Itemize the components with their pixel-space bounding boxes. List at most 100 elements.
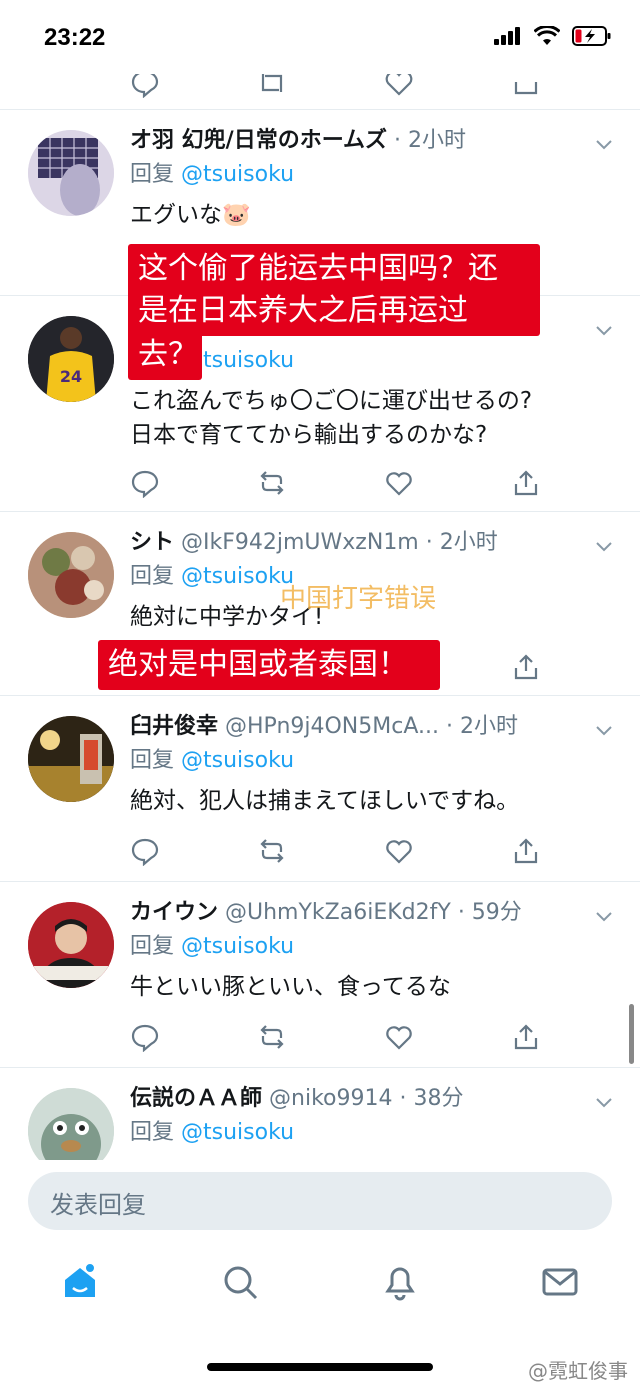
status-icons <box>494 26 612 46</box>
reply-tweet[interactable]: 臼井俊幸 @HPn9j4ON5McA... · 2小时 回复 @tsuisoku… <box>0 696 640 882</box>
avatar[interactable] <box>28 532 114 618</box>
like-icon[interactable] <box>384 836 414 866</box>
tweet-actions <box>0 468 640 498</box>
display-name[interactable]: シト <box>130 530 174 555</box>
weibo-watermark: @霓虹俊事 <box>528 1359 628 1383</box>
avatar[interactable]: 24 <box>28 316 114 402</box>
display-name[interactable]: 伝説のＡＡ師 <box>130 1086 262 1111</box>
battery-charging-icon <box>572 26 611 46</box>
tweet-header: 臼井俊幸 @HPn9j4ON5McA... · 2小时 <box>130 712 580 742</box>
replying-to: 回复 @tsuisoku <box>130 932 294 962</box>
reply-icon[interactable] <box>130 74 160 98</box>
like-icon[interactable] <box>384 74 414 98</box>
share-icon[interactable] <box>511 1022 541 1052</box>
home-indicator[interactable] <box>207 1363 433 1371</box>
avatar-image <box>28 716 114 802</box>
user-handle: @niko9914 <box>269 1086 393 1111</box>
reply-icon[interactable] <box>130 836 160 866</box>
retweet-icon[interactable] <box>257 1022 287 1052</box>
avatar[interactable] <box>28 130 114 216</box>
retweet-icon[interactable] <box>257 74 287 98</box>
user-handle: @IkF942jmUWxzN1m <box>181 530 419 555</box>
reply-prefix: 回复 <box>130 934 175 959</box>
scrollbar[interactable] <box>629 1004 634 1064</box>
translator-note: 中国打字错误 <box>280 584 437 614</box>
home-icon[interactable] <box>60 1262 100 1302</box>
reply-handle-link[interactable]: @tsuisoku <box>181 934 294 959</box>
user-handle: @HPn9j4ON5McA... <box>225 714 439 739</box>
like-icon[interactable] <box>384 1022 414 1052</box>
timestamp: · 2小时 <box>394 128 467 153</box>
replying-to: 回复 @tsuisoku <box>130 160 294 190</box>
share-icon[interactable] <box>511 468 541 498</box>
reply-prefix: 回复 <box>130 1120 175 1145</box>
tweet-actions <box>0 836 640 866</box>
avatar[interactable] <box>28 1088 114 1160</box>
timestamp: · 59分 <box>457 900 522 925</box>
tweet-actions <box>0 1022 640 1052</box>
display-name[interactable]: 臼井俊幸 <box>130 714 218 739</box>
reply-feed[interactable]: オ羽 幻兜/日常のホームズ · 2小时 回复 @tsuisoku エグいな🐷 2… <box>0 74 640 1160</box>
overlay-line: 是在日本养大之后再运过 <box>138 293 468 328</box>
retweet-icon[interactable] <box>257 836 287 866</box>
retweet-icon[interactable] <box>257 468 287 498</box>
chevron-down-icon[interactable] <box>594 320 614 340</box>
tweet-text-line: 日本で育ててから輸出するのかな? <box>130 422 488 448</box>
messages-envelope-icon[interactable] <box>540 1262 580 1302</box>
overlay-line: 这个偷了能运去中国吗？还 <box>138 251 498 286</box>
avatar-image <box>28 532 114 618</box>
avatar-image <box>28 902 114 988</box>
tweet-header: 伝説のＡＡ師 @niko9914 · 38分 <box>130 1084 580 1114</box>
chevron-down-icon[interactable] <box>594 1092 614 1112</box>
search-icon[interactable] <box>220 1262 260 1302</box>
user-handle: @UhmYkZa6iEKd2fY <box>225 900 451 925</box>
avatar[interactable] <box>28 902 114 988</box>
avatar[interactable] <box>28 716 114 802</box>
timestamp: · 2小时 <box>425 530 498 555</box>
svg-text:24: 24 <box>60 367 82 386</box>
like-icon[interactable] <box>384 468 414 498</box>
replying-to: 回复 @tsuisoku <box>130 562 294 592</box>
chevron-down-icon[interactable] <box>594 536 614 556</box>
reply-icon[interactable] <box>130 468 160 498</box>
tweet-text: これ盗んでちゅ〇ご〇に運び出せるの? 日本で育ててから輸出するのかな? <box>130 384 610 452</box>
reply-composer[interactable]: 发表回复 <box>28 1172 612 1230</box>
display-name[interactable]: オ羽 幻兜/日常のホームズ <box>130 128 387 153</box>
notifications-bell-icon[interactable] <box>380 1262 420 1302</box>
chevron-down-icon[interactable] <box>594 720 614 740</box>
share-icon[interactable] <box>511 74 541 98</box>
reply-handle-link[interactable]: @tsuisoku <box>181 162 294 187</box>
reply-placeholder: 发表回复 <box>50 1191 146 1219</box>
tweet-text: 牛といい豚といい、食ってるな <box>130 974 451 1000</box>
reply-handle-link[interactable]: @tsuisoku <box>181 1120 294 1145</box>
tweet-text-line: これ盗んでちゅ〇ご〇に運び出せるの? <box>130 388 533 414</box>
chevron-down-icon[interactable] <box>594 906 614 926</box>
status-bar: 23:22 <box>0 0 640 74</box>
avatar-image <box>28 1088 114 1160</box>
share-icon[interactable] <box>511 836 541 866</box>
translation-overlay: 绝对是中国或者泰国！ <box>98 640 440 690</box>
avatar-image <box>28 130 114 216</box>
reply-prefix: 回复 <box>130 564 175 589</box>
replying-to: 回复 @tsuisoku <box>130 1118 294 1148</box>
reply-handle-link[interactable]: @tsuisoku <box>181 564 294 589</box>
cellular-signal-icon <box>494 27 520 45</box>
tweet-text: エグいな🐷 <box>130 202 251 228</box>
reply-tweet[interactable]: カイウン @UhmYkZa6iEKd2fY · 59分 回复 @tsuisoku… <box>0 882 640 1068</box>
chevron-down-icon[interactable] <box>594 134 614 154</box>
tweet-header: カイウン @UhmYkZa6iEKd2fY · 59分 <box>130 898 580 928</box>
reply-icon[interactable] <box>130 1022 160 1052</box>
previous-tweet-actions <box>0 74 640 110</box>
reply-prefix: 回复 <box>130 748 175 773</box>
reply-tweet[interactable]: 伝説のＡＡ師 @niko9914 · 38分 回复 @tsuisoku <box>0 1068 640 1160</box>
reply-handle-link[interactable]: @tsuisoku <box>181 748 294 773</box>
timestamp: · 38分 <box>399 1086 464 1111</box>
bottom-tab-bar <box>0 1240 640 1330</box>
share-icon[interactable] <box>511 652 541 682</box>
status-time: 23:22 <box>44 24 106 51</box>
replying-to: 回复 @tsuisoku <box>130 746 294 776</box>
display-name[interactable]: カイウン <box>130 900 218 925</box>
tweet-text: 絶対、犯人は捕まえてほしいですね。 <box>130 788 520 814</box>
avatar-image: 24 <box>28 316 114 402</box>
tweet-header: シト @IkF942jmUWxzN1m · 2小时 <box>130 528 580 558</box>
